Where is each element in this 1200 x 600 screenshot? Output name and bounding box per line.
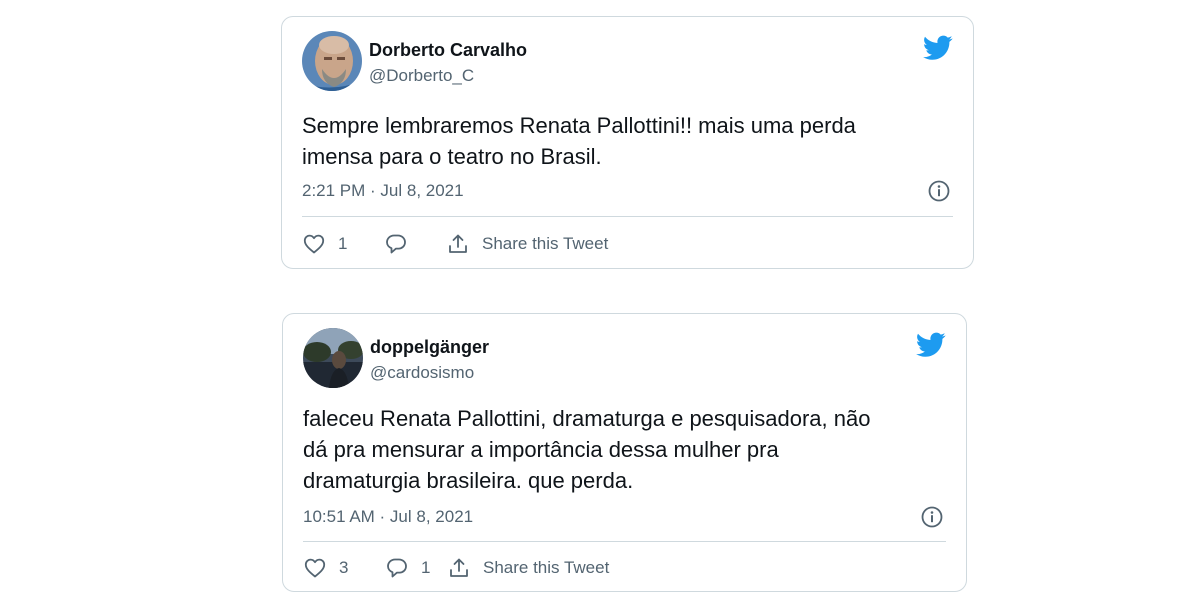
heart-icon bbox=[304, 558, 326, 578]
reply-button[interactable] bbox=[384, 232, 446, 256]
tweet-actions: 1 Share this Tweet bbox=[302, 230, 953, 258]
reply-icon bbox=[387, 558, 407, 578]
tweet-actions: 3 1 Share this Tweet bbox=[303, 554, 946, 582]
divider bbox=[302, 216, 953, 217]
share-icon bbox=[450, 558, 468, 577]
author-handle[interactable]: @Dorberto_C bbox=[369, 66, 474, 86]
twitter-bird-icon[interactable] bbox=[923, 35, 953, 61]
author-handle[interactable]: @cardosismo bbox=[370, 363, 474, 383]
share-icon bbox=[449, 234, 467, 253]
like-count: 1 bbox=[338, 234, 348, 253]
author-name[interactable]: doppelgänger bbox=[370, 337, 489, 358]
tweet-text: Sempre lembraremos Renata Pallottini!! m… bbox=[302, 113, 856, 169]
share-label: Share this Tweet bbox=[483, 558, 610, 577]
info-icon[interactable] bbox=[928, 180, 950, 202]
author-name[interactable]: Dorberto Carvalho bbox=[369, 40, 527, 61]
like-count: 3 bbox=[339, 558, 349, 577]
tweet-timestamp[interactable]: 2:21 PM · Jul 8, 2021 bbox=[302, 181, 464, 201]
share-button[interactable]: Share this Tweet bbox=[446, 232, 608, 256]
tweet-text: faleceu Renata Pallottini, dramaturga e … bbox=[303, 406, 871, 493]
avatar[interactable] bbox=[302, 31, 362, 91]
reply-button[interactable]: 1 bbox=[385, 556, 447, 580]
info-icon[interactable] bbox=[921, 506, 943, 528]
tweet-card[interactable]: doppelgänger @cardosismo faleceu Renata … bbox=[282, 313, 967, 592]
avatar[interactable] bbox=[303, 328, 363, 388]
twitter-bird-icon[interactable] bbox=[916, 332, 946, 358]
heart-icon bbox=[303, 234, 325, 254]
tweet-card[interactable]: Dorberto Carvalho @Dorberto_C Sempre lem… bbox=[281, 16, 974, 269]
reply-count: 1 bbox=[421, 558, 431, 577]
reply-icon bbox=[386, 234, 406, 254]
like-button[interactable]: 1 bbox=[302, 232, 384, 256]
divider bbox=[303, 541, 946, 542]
like-button[interactable]: 3 bbox=[303, 556, 385, 580]
tweet-timestamp[interactable]: 10:51 AM · Jul 8, 2021 bbox=[303, 507, 473, 527]
share-label: Share this Tweet bbox=[482, 234, 609, 253]
share-button[interactable]: Share this Tweet bbox=[447, 556, 609, 580]
